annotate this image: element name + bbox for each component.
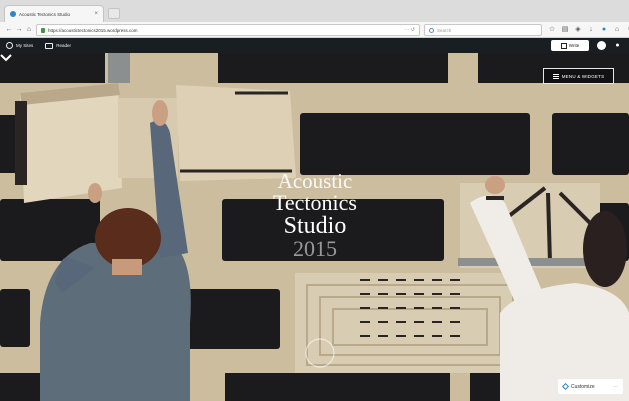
search-engine-icon — [429, 27, 434, 33]
avatar[interactable] — [597, 41, 606, 50]
search-input[interactable]: Search — [424, 24, 542, 36]
site-title-year: 2015 — [293, 236, 337, 261]
my-sites-label: My Sites — [16, 43, 34, 48]
write-label: Write — [568, 43, 580, 48]
search-placeholder: Search — [437, 27, 452, 33]
more-icon[interactable]: ⋯ — [613, 384, 618, 390]
site-title-line: Acoustic — [277, 169, 353, 193]
wordpress-admin-bar: My Sites Reader Write ● — [0, 38, 629, 53]
my-sites-button[interactable]: My Sites — [6, 42, 33, 49]
extension-icon[interactable]: ● — [600, 25, 608, 34]
wordpress-logo-icon — [6, 42, 13, 49]
reader-icon — [45, 42, 54, 49]
brush-icon — [561, 382, 570, 391]
customize-label: Customize — [571, 383, 595, 390]
write-button[interactable]: Write — [551, 40, 589, 51]
hero-header: Acoustic Tectonics Studio 2015 MENU & WI… — [0, 53, 629, 401]
site-title[interactable]: Acoustic Tectonics Studio 2015 — [220, 171, 410, 260]
hamburger-icon — [552, 73, 559, 79]
url-text: https://acoustictectonics2015.wordpress.… — [48, 27, 138, 33]
browser-tab[interactable]: Acoustic Tectonics Studio × — [4, 5, 104, 22]
new-tab-button[interactable] — [108, 8, 120, 19]
menu-widgets-label: MENU & WIDGETS — [561, 73, 605, 79]
tab-close-icon[interactable]: × — [94, 11, 98, 17]
star-icon[interactable]: ☆ — [548, 25, 556, 34]
tab-title: Acoustic Tectonics Studio — [19, 11, 70, 17]
back-icon[interactable]: ← — [4, 25, 14, 35]
reading-list-icon[interactable]: ▤ — [561, 25, 569, 34]
site-title-line: Tectonics — [273, 190, 357, 215]
forward-icon[interactable]: → — [14, 25, 24, 35]
customize-button[interactable]: Customize ⋯ — [558, 379, 623, 394]
menu-widgets-button[interactable]: MENU & WIDGETS — [543, 68, 614, 84]
notifications-icon[interactable]: ● — [613, 41, 622, 50]
home-button-icon[interactable]: ⌂ — [613, 25, 621, 34]
lock-icon — [41, 27, 45, 33]
download-icon[interactable]: ↓ — [587, 25, 595, 34]
reload-icon[interactable]: ⋯ ↺ — [404, 27, 415, 33]
pencil-icon — [560, 42, 567, 49]
toolbar-icons: ☆ ▤ ◈ ↓ ● ⌂ ≡ — [548, 25, 629, 34]
address-bar[interactable]: https://acoustictectonics2015.wordpress.… — [36, 24, 420, 36]
site-title-line: Studio — [283, 213, 347, 239]
chevron-down-icon[interactable] — [0, 53, 12, 63]
reader-button[interactable]: Reader — [45, 42, 72, 49]
wordpress-favicon-icon — [10, 11, 16, 17]
home-icon[interactable]: ⌂ — [24, 25, 34, 35]
shield-icon[interactable]: ◈ — [574, 25, 582, 34]
browser-toolbar: ← → ⌂ https://acoustictectonics2015.word… — [0, 22, 629, 38]
reader-label: Reader — [56, 43, 72, 48]
browser-tab-bar: Acoustic Tectonics Studio × — [0, 0, 629, 22]
